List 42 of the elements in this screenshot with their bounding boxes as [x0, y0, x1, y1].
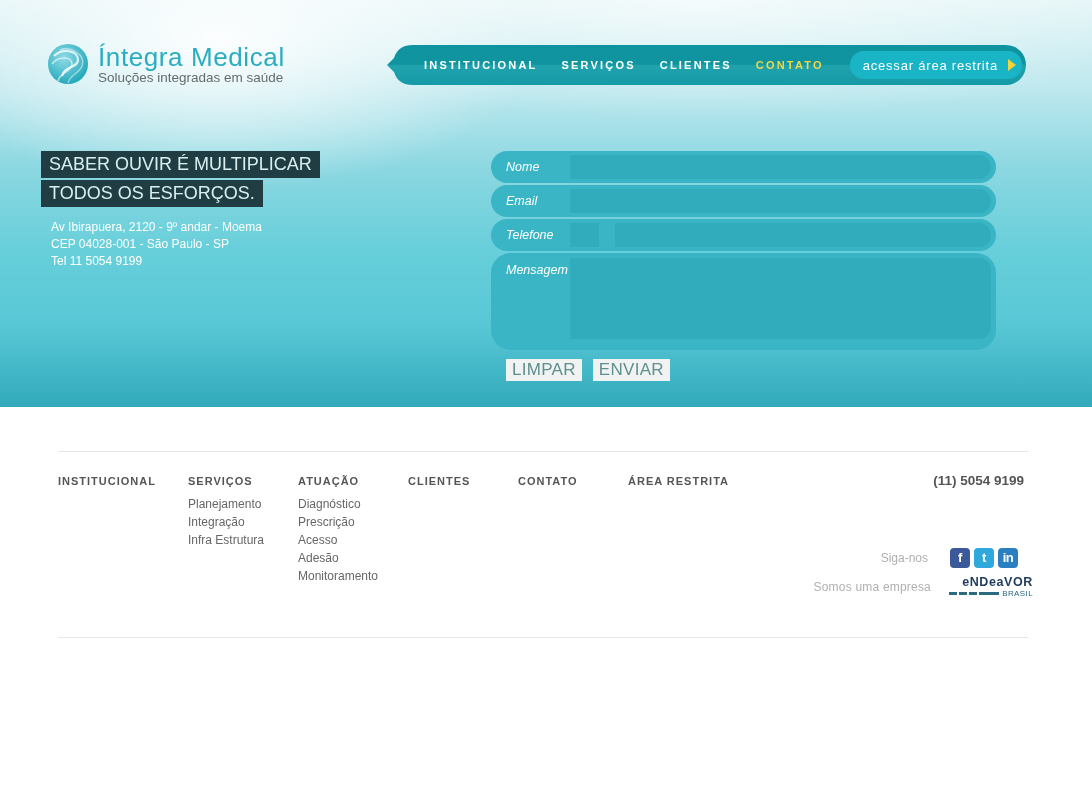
caret-right-icon — [1008, 59, 1016, 71]
footer-link[interactable]: Diagnóstico — [298, 495, 361, 513]
logo-icon — [48, 44, 88, 84]
footer-link[interactable]: Adesão — [298, 549, 339, 567]
input-field[interactable] — [570, 155, 991, 179]
partner-label: Somos uma empresa — [813, 580, 931, 594]
message-field[interactable] — [570, 258, 991, 339]
form-button[interactable]: LIMPAR — [506, 359, 582, 381]
nav-link[interactable]: INSTITUCIONAL — [424, 59, 538, 71]
brand-name: Íntegra Medical — [98, 44, 285, 71]
footer-heading-link[interactable]: CONTATO — [518, 473, 578, 489]
address-line: Av Ibirapuera, 2120 - 9º andar - Moema — [51, 219, 262, 236]
footer-heading-link[interactable]: CLIENTES — [408, 473, 471, 489]
address-line: CEP 04028-001 - São Paulo - SP — [51, 236, 229, 253]
footer-link[interactable]: Acesso — [298, 531, 338, 549]
social-link[interactable]: f — [950, 548, 970, 568]
phone-number-field[interactable] — [615, 223, 991, 247]
footer-heading-link[interactable]: ATUAÇÃO — [298, 473, 360, 489]
address-line: Tel 11 5054 9199 — [51, 253, 143, 270]
social-link[interactable]: in — [998, 548, 1018, 568]
form-button[interactable]: ENVIAR — [592, 359, 670, 381]
footer-heading-link[interactable]: ÁREA RESTRITA — [628, 473, 729, 489]
stripe-icon — [949, 592, 1000, 595]
footer-link[interactable]: Infra Estrutura — [188, 531, 265, 549]
follow-label: Siga-nos — [880, 551, 928, 565]
nav-link[interactable]: SERVIÇOS — [561, 59, 636, 71]
footer-heading-link[interactable]: INSTITUCIONAL — [58, 473, 156, 489]
footer-heading-link[interactable]: SERVIÇOS — [188, 473, 253, 489]
field-label: Nome — [505, 159, 541, 176]
brand-tagline: Soluções integradas em saúde — [98, 71, 285, 85]
footer-link[interactable]: Prescrição — [298, 513, 355, 531]
footer-link[interactable]: Planejamento — [188, 495, 262, 513]
partner-wordmark[interactable]: eNDeaVOR — [962, 576, 1033, 588]
nav-link[interactable]: CLIENTES — [659, 59, 732, 71]
field-label: Telefone — [505, 227, 555, 244]
field-label: Mensagem — [505, 262, 569, 279]
footer-phone: (11) 5054 9199 — [933, 473, 1024, 489]
footer-link[interactable]: Monitoramento — [298, 567, 379, 585]
partner-subtext: BRASIL — [1002, 589, 1033, 598]
input-field[interactable] — [570, 189, 991, 213]
field-label: Email — [505, 193, 539, 210]
footer-link[interactable]: Integração — [188, 513, 245, 531]
